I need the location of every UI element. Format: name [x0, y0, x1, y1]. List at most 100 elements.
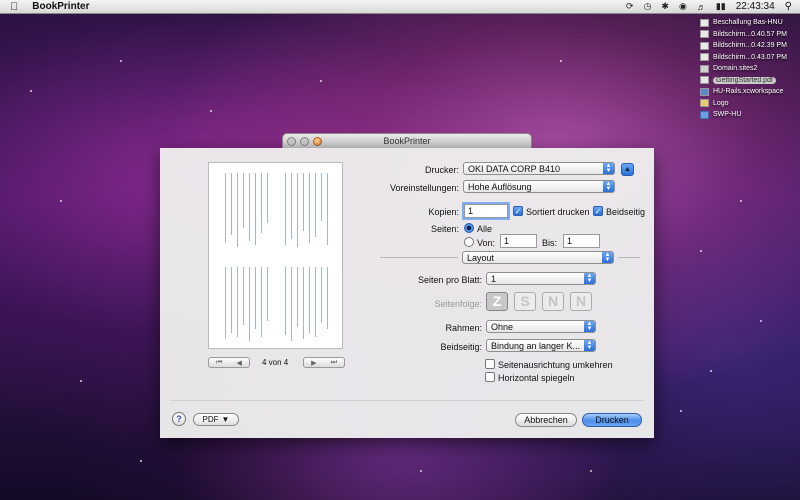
- last-page-icon[interactable]: ⏭: [331, 359, 337, 367]
- border-select[interactable]: Ohne ▲ ▼: [486, 320, 596, 333]
- disclosure-button[interactable]: ▲: [621, 163, 634, 176]
- apple-menu-icon[interactable]: : [10, 1, 18, 13]
- popup-arrows-icon: ▲ ▼: [584, 340, 595, 351]
- desktop-file[interactable]: Bildschirm...0.43.07 PM: [700, 52, 800, 63]
- time-machine-icon[interactable]: ◷: [644, 1, 652, 12]
- desktop-file[interactable]: Bildschirm...0.40.57 PM: [700, 29, 800, 40]
- order-s-icon[interactable]: S: [514, 292, 536, 311]
- desktop-file[interactable]: Domain.sites2: [700, 63, 800, 74]
- printer-label: Drucker:: [424, 165, 459, 175]
- document-icon: [700, 18, 709, 27]
- desktop-file[interactable]: Beschallung Bas-HNU: [700, 17, 800, 28]
- desktop-file[interactable]: SWP-HU: [700, 109, 800, 120]
- battery-icon[interactable]: ▮▮: [716, 1, 726, 12]
- app-menu[interactable]: BookPrinter: [32, 1, 89, 12]
- copies-field[interactable]: 1: [464, 204, 508, 218]
- xcode-icon: [700, 87, 709, 96]
- to-label: Bis:: [542, 238, 558, 248]
- desktop-files: Beschallung Bas-HNU Bildschirm...0.40.57…: [700, 17, 800, 121]
- cancel-button[interactable]: Abbrechen: [515, 413, 577, 427]
- from-label: Von:: [477, 238, 496, 248]
- popup-arrows-icon: ▲ ▼: [584, 321, 595, 332]
- print-dialog: ⏮ ◀ 4 von 4 ▶ ⏭ Drucker: OKI DATA CORP B…: [160, 148, 654, 438]
- section-separator-right: [618, 257, 640, 258]
- page-preview: [208, 162, 343, 349]
- popup-arrows-icon: ▲ ▼: [584, 273, 595, 284]
- previous-page-icon[interactable]: ◀: [237, 359, 242, 367]
- presets-label: Voreinstellungen:: [389, 183, 459, 193]
- preview-page-bottom: [213, 261, 339, 346]
- desktop-file[interactable]: Logo: [700, 98, 800, 109]
- image-icon: [700, 30, 709, 38]
- wifi-icon[interactable]: ◉: [679, 1, 687, 12]
- popup-arrows-icon: ▲ ▼: [603, 181, 614, 192]
- page-count: 4 von 4: [262, 358, 289, 367]
- pages-all-label: Alle: [477, 224, 493, 234]
- logo-icon: [700, 99, 709, 107]
- image-icon: [700, 41, 709, 50]
- order-n-mirror-icon[interactable]: N: [570, 292, 592, 311]
- popup-arrows-icon: ▲ ▼: [603, 163, 614, 174]
- reverse-orientation-label: Seitenausrichtung umkehren: [498, 360, 613, 370]
- pages-per-sheet-select[interactable]: 1 ▲ ▼: [486, 272, 596, 285]
- menu-bar:  BookPrinter ⟳ ◷ ✱ ◉ ♬ ▮▮ 22:43:34 ⚲: [0, 0, 800, 14]
- two-sided-label: Beidseitig: [606, 207, 646, 217]
- pages-per-sheet-value: 1: [491, 273, 497, 284]
- pager-forward: ▶ ⏭: [303, 357, 345, 368]
- two-sided-binding-select[interactable]: Bindung an langer K... ▲ ▼: [486, 339, 596, 352]
- window-titlebar[interactable]: BookPrinter: [282, 133, 532, 149]
- flip-horizontal-checkbox[interactable]: [485, 372, 495, 382]
- popup-arrows-icon: ▲ ▼: [602, 252, 613, 263]
- help-button[interactable]: ?: [172, 412, 186, 426]
- pages-per-sheet-label: Seiten pro Blatt:: [417, 275, 482, 285]
- desktop-file[interactable]: GettingStarted.pdf: [700, 75, 800, 86]
- volume-icon[interactable]: ♬: [697, 2, 706, 12]
- to-field[interactable]: 1: [563, 234, 600, 248]
- status-area: ⟳ ◷ ✱ ◉ ♬ ▮▮ 22:43:34 ⚲: [626, 1, 792, 12]
- next-page-icon[interactable]: ▶: [311, 359, 316, 367]
- clock[interactable]: 22:43:34: [736, 1, 775, 12]
- pages-all-radio[interactable]: [464, 223, 474, 233]
- pages-range-radio[interactable]: [464, 237, 474, 247]
- two-sided-binding-value: Bindung an langer K...: [491, 340, 581, 351]
- pager-back: ⏮ ◀: [208, 357, 250, 368]
- pdf-menu-button[interactable]: PDF ▼: [193, 413, 239, 426]
- presets-value: Hohe Auflösung: [468, 181, 532, 192]
- copies-label: Kopien:: [428, 207, 459, 217]
- print-button[interactable]: Drucken: [582, 413, 642, 427]
- from-field[interactable]: 1: [500, 234, 537, 248]
- help-icon: ?: [176, 414, 182, 424]
- border-value: Ohne: [491, 321, 514, 332]
- border-label: Rahmen:: [445, 323, 482, 333]
- spotlight-icon[interactable]: ⚲: [785, 1, 792, 12]
- collated-label: Sortiert drucken: [526, 207, 590, 217]
- order-n-icon[interactable]: N: [542, 292, 564, 311]
- order-z-icon[interactable]: Z: [486, 292, 508, 311]
- site-icon: [700, 64, 709, 73]
- printer-select[interactable]: OKI DATA CORP B410 ▲ ▼: [463, 162, 615, 175]
- preview-page-top: [213, 167, 339, 252]
- window-title: BookPrinter: [383, 136, 431, 146]
- footer-separator: [170, 400, 644, 401]
- section-value: Layout: [467, 252, 495, 263]
- presets-select[interactable]: Hohe Auflösung ▲ ▼: [463, 180, 615, 193]
- folder-icon: [700, 110, 709, 119]
- pdf-label: PDF: [202, 415, 219, 424]
- desktop-file[interactable]: HU-Rails.xcworkspace: [700, 86, 800, 97]
- two-sided-binding-label: Beidseitig:: [440, 342, 482, 352]
- bluetooth-icon[interactable]: ✱: [661, 1, 669, 12]
- first-page-icon[interactable]: ⏮: [216, 359, 222, 367]
- collated-checkbox[interactable]: ✓: [513, 206, 523, 216]
- section-separator-left: [380, 257, 458, 258]
- sync-icon[interactable]: ⟳: [626, 1, 634, 12]
- printer-value: OKI DATA CORP B410: [468, 163, 561, 174]
- pdf-icon: [700, 76, 709, 84]
- pages-label: Seiten:: [430, 224, 459, 234]
- reverse-orientation-checkbox[interactable]: [485, 359, 495, 369]
- image-icon: [700, 53, 709, 61]
- two-sided-checkbox[interactable]: ✓: [593, 206, 603, 216]
- section-select[interactable]: Layout ▲ ▼: [462, 251, 614, 264]
- desktop-file[interactable]: Bildschirm...0.42.39 PM: [700, 40, 800, 51]
- layout-direction-label: Seitenfolge:: [434, 299, 482, 309]
- flip-horizontal-label: Horizontal spiegeln: [498, 373, 575, 383]
